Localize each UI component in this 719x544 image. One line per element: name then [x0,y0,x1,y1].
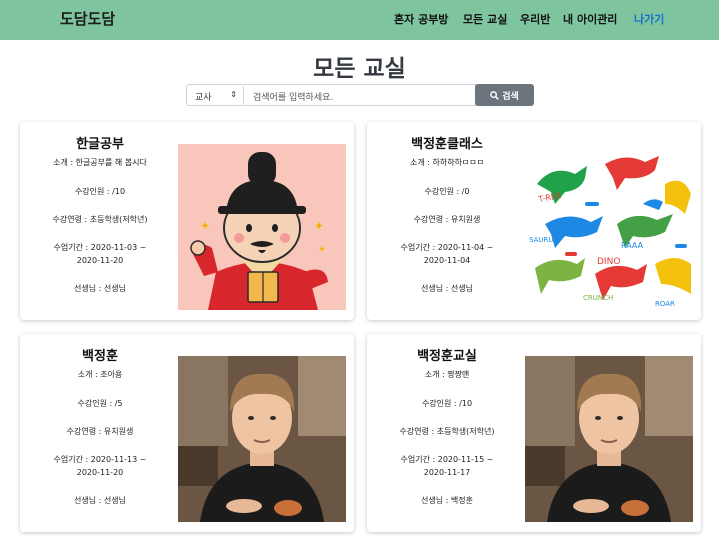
class-card[interactable]: 백정훈 소개 : 조아용 수강인원 : /5 수강연령 : 유치원생 수업기간 … [20,334,354,532]
class-card-info: 백정훈교실 소개 : 짱짱맨 수강인원 : /10 수강연령 : 초등학생(저학… [367,334,527,506]
svg-text:ROAR: ROAR [655,300,675,308]
class-period-start: 수업기간 : 2020-11-03 ~ [53,243,147,252]
class-period: 수업기간 : 2020-11-04 ~ 2020-11-04 [367,241,527,267]
svg-text:✦: ✦ [200,219,210,233]
class-age: 수강연령 : 유치원생 [413,215,481,224]
class-card-info: 백정훈 소개 : 조아용 수강인원 : /5 수강연령 : 유치원생 수업기간 … [20,334,180,506]
class-card-info: 백정훈클래스 소개 : 하하하하ㅁㅁㅁ 수강인원 : /0 수강연령 : 유치원… [367,122,527,294]
class-image [525,356,693,522]
nav-item-all-classes[interactable]: 모든 교실 [463,11,507,27]
class-title: 백정훈클래스 [411,137,483,152]
page-title: 모든 교실 [313,56,406,82]
class-period-start: 수업기간 : 2020-11-15 ~ [400,455,494,464]
class-title: 백정훈교실 [417,349,477,364]
class-period-end: 2020-11-20 [76,256,124,265]
class-description: 소개 : 조아용 [77,370,123,379]
search-type-value: 교사 [195,93,212,103]
search-icon [490,91,499,100]
class-period-start: 수업기간 : 2020-11-04 ~ [400,243,494,252]
class-capacity: 수강인원 : /0 [424,187,470,196]
class-period: 수업기간 : 2020-11-13 ~ 2020-11-20 [20,453,180,479]
teacher-photo [178,356,346,522]
search-input[interactable]: 검색어를 입력하세요. [244,84,476,106]
class-title: 한글공부 [76,137,124,152]
class-card-info: 한글공부 소개 : 한글공부를 해 봅시다 수강인원 : /10 수강연령 : … [20,122,180,294]
class-period-start: 수업기간 : 2020-11-13 ~ [53,455,147,464]
nav-item-my-child[interactable]: 내 아이관리 [563,11,617,27]
class-period-end: 2020-11-20 [76,468,124,477]
class-image [178,356,346,522]
king-cartoon-illustration: ✦ ✦ ✦ [178,144,346,310]
class-teacher: 선생님 : 백정훈 [421,496,473,505]
class-capacity: 수강인원 : /10 [74,187,126,196]
svg-text:CRUNCH: CRUNCH [583,294,613,302]
class-card[interactable]: 백정훈클래스 소개 : 하하하하ㅁㅁㅁ 수강인원 : /0 수강연령 : 유치원… [367,122,701,320]
nav-item-study-alone[interactable]: 혼자 공부방 [394,11,448,27]
class-image: T-REX RAAA DINO CRUNCH SAURUS ROAR [525,144,693,310]
class-capacity: 수강인원 : /10 [421,399,473,408]
search-button-label: 검색 [502,92,519,102]
brand-logo[interactable]: 도담도담 [60,8,115,29]
class-description: 소개 : 짱짱맨 [424,370,470,379]
svg-text:✦: ✦ [314,219,324,233]
search-type-select[interactable]: 교사 ⇕ [186,84,244,106]
nav-item-logout[interactable]: 나가기 [634,11,664,27]
class-capacity: 수강인원 : /5 [77,399,123,408]
class-card[interactable]: 한글공부 소개 : 한글공부를 해 봅시다 수강인원 : /10 수강연령 : … [20,122,354,320]
class-age: 수강연령 : 초등학생(저학년) [399,427,495,436]
class-teacher: 선생님 : 선생님 [421,284,473,293]
class-card[interactable]: 백정훈교실 소개 : 짱짱맨 수강인원 : /10 수강연령 : 초등학생(저학… [367,334,701,532]
class-period-end: 2020-11-17 [423,468,471,477]
svg-text:SAURUS: SAURUS [529,236,558,244]
dinosaur-pattern-illustration: T-REX RAAA DINO CRUNCH SAURUS ROAR [525,144,693,310]
search-button[interactable]: 검색 [475,84,534,106]
class-title: 백정훈 [82,349,118,364]
teacher-photo [525,356,693,522]
class-teacher: 선생님 : 선생님 [74,284,126,293]
svg-text:RAAA: RAAA [621,241,644,250]
class-image: ✦ ✦ ✦ [178,144,346,310]
svg-text:DINO: DINO [597,257,620,267]
chevron-updown-icon: ⇕ [230,90,237,99]
class-period: 수업기간 : 2020-11-03 ~ 2020-11-20 [20,241,180,267]
svg-text:✦: ✦ [318,245,326,255]
navbar: 도담도담 혼자 공부방 모든 교실 우리반 내 아이관리 나가기 [0,0,719,40]
class-age: 수강연령 : 초등학생(저학년) [52,215,148,224]
class-age: 수강연령 : 유치원생 [66,427,134,436]
class-description: 소개 : 한글공부를 해 봅시다 [53,158,147,167]
class-period: 수업기간 : 2020-11-15 ~ 2020-11-17 [367,453,527,479]
class-teacher: 선생님 : 선생님 [74,496,126,505]
class-description: 소개 : 하하하하ㅁㅁㅁ [409,158,485,167]
class-period-end: 2020-11-04 [423,256,471,265]
nav-item-my-class[interactable]: 우리반 [520,11,550,27]
